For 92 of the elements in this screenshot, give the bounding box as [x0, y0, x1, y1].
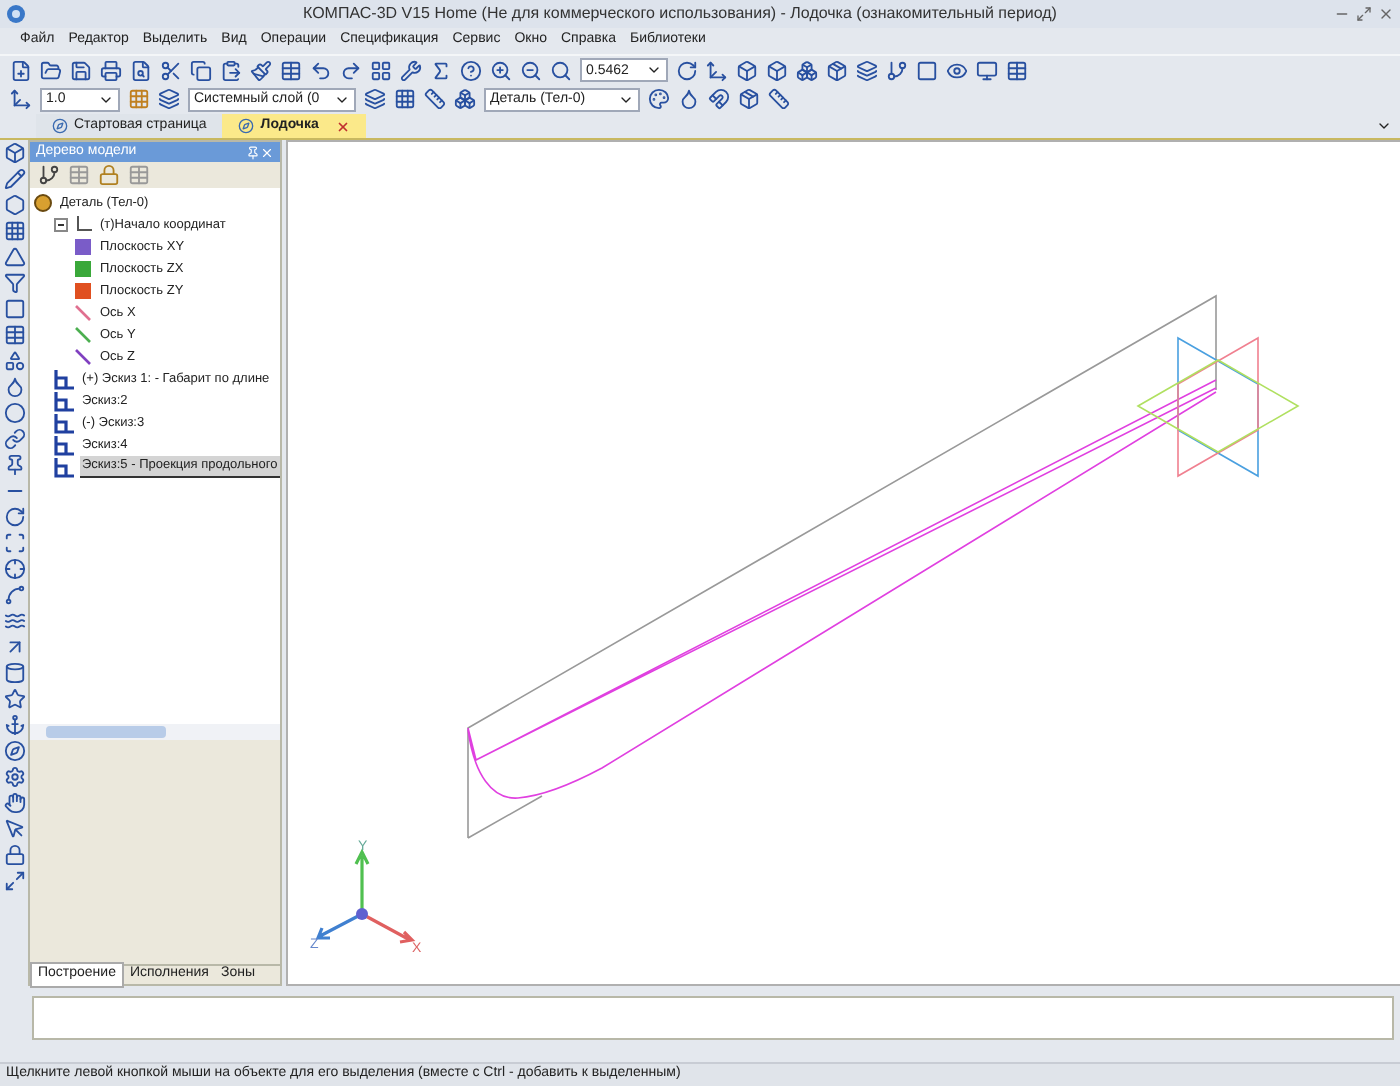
cylinder-icon[interactable]: [3, 662, 25, 684]
settings-icon[interactable]: [3, 766, 25, 788]
palette-icon[interactable]: [648, 88, 670, 110]
arrow-icon[interactable]: [3, 636, 25, 658]
table-icon[interactable]: [3, 324, 25, 346]
branch-icon[interactable]: [886, 59, 908, 81]
funnel-icon[interactable]: [3, 272, 25, 294]
rotate-icon[interactable]: [3, 506, 25, 528]
cubes-icon[interactable]: [454, 88, 476, 110]
axes-icon[interactable]: [706, 59, 728, 81]
sketch-icon: [54, 457, 74, 477]
pointer-icon[interactable]: [3, 818, 25, 840]
grid-icon[interactable]: [394, 88, 416, 110]
hand-icon[interactable]: [3, 792, 25, 814]
sketch-icon: [54, 435, 74, 455]
compass-icon[interactable]: [3, 740, 25, 762]
part-icon: [34, 194, 52, 212]
grid-icon[interactable]: [128, 88, 150, 110]
help-icon[interactable]: [460, 59, 482, 81]
redo-icon[interactable]: [340, 59, 362, 81]
layers-icon[interactable]: [364, 88, 386, 110]
tab-icon: [52, 118, 68, 134]
search-icon[interactable]: [550, 59, 572, 81]
axes-icon[interactable]: [10, 88, 32, 110]
package-icon[interactable]: [738, 88, 760, 110]
folder-icon[interactable]: [40, 59, 62, 81]
horizontal-scrollbar[interactable]: [30, 724, 280, 740]
layers-icon[interactable]: [856, 59, 878, 81]
restore-icon[interactable]: [1356, 6, 1372, 22]
frame-icon[interactable]: [3, 532, 25, 554]
expand-icon[interactable]: [3, 870, 25, 892]
zoom-in-icon[interactable]: [490, 59, 512, 81]
brush-icon[interactable]: [250, 59, 272, 81]
eye-icon[interactable]: [946, 59, 968, 81]
tabs-menu-icon[interactable]: [1376, 118, 1392, 134]
table-icon[interactable]: [280, 59, 302, 81]
crosshair-icon[interactable]: [3, 558, 25, 580]
solid-cube-icon[interactable]: [826, 59, 848, 81]
rotate-icon[interactable]: [676, 59, 698, 81]
square-icon[interactable]: [3, 298, 25, 320]
drop-icon[interactable]: [3, 376, 25, 398]
pin-icon[interactable]: [245, 145, 260, 159]
save-icon[interactable]: [70, 59, 92, 81]
axes-corner-icon: [74, 216, 92, 234]
ruler-icon[interactable]: [424, 88, 446, 110]
close-icon[interactable]: [336, 119, 351, 133]
copy-icon[interactable]: [190, 59, 212, 81]
cube-icon[interactable]: [3, 142, 25, 164]
preview-icon[interactable]: [130, 59, 152, 81]
lock-icon[interactable]: [3, 844, 25, 866]
sketch-icon: [54, 391, 74, 411]
axis-triad-drawing: [315, 848, 415, 944]
tab-icon: [238, 118, 255, 134]
lock-icon[interactable]: [98, 164, 120, 186]
grid-icon[interactable]: [370, 59, 392, 81]
cube-icon[interactable]: [736, 59, 758, 81]
wave-icon[interactable]: [3, 610, 25, 632]
undo-icon[interactable]: [310, 59, 332, 81]
wrench-icon[interactable]: [400, 59, 422, 81]
triangle-icon[interactable]: [3, 246, 25, 268]
sketch-icon: [54, 413, 74, 433]
formula-icon[interactable]: [430, 59, 452, 81]
printer-icon[interactable]: [100, 59, 122, 81]
pin-icon[interactable]: [3, 454, 25, 476]
cubes-icon[interactable]: [796, 59, 818, 81]
pencil-icon[interactable]: [3, 168, 25, 190]
tree-icon[interactable]: [38, 164, 60, 186]
cut-icon[interactable]: [160, 59, 182, 81]
monitor-icon[interactable]: [976, 59, 998, 81]
square-icon[interactable]: [916, 59, 938, 81]
link-icon[interactable]: [3, 428, 25, 450]
cube-icon[interactable]: [766, 59, 788, 81]
drop-icon[interactable]: [678, 88, 700, 110]
magnet-icon[interactable]: [708, 88, 730, 110]
table-icon[interactable]: [1006, 59, 1028, 81]
sketch-icon: [54, 369, 74, 389]
spline-icon[interactable]: [3, 584, 25, 606]
window-title: КОМПАС-3D V15 Home (Не для коммерческого использования) - Лодочка (ознакомительный период): [301, 2, 1059, 26]
ruler-icon[interactable]: [768, 88, 790, 110]
close-icon[interactable]: [1378, 6, 1394, 22]
hexagon-icon[interactable]: [3, 194, 25, 216]
circle-icon[interactable]: [3, 402, 25, 424]
anchor-icon[interactable]: [3, 714, 25, 736]
grid-icon[interactable]: [3, 220, 25, 242]
layers-icon[interactable]: [158, 88, 180, 110]
star-icon[interactable]: [3, 688, 25, 710]
shapes-icon[interactable]: [3, 350, 25, 372]
zoom-out-icon[interactable]: [520, 59, 542, 81]
collapse-toggle[interactable]: [54, 218, 68, 232]
paste-icon[interactable]: [220, 59, 242, 81]
app-logo-icon: [6, 4, 26, 24]
new-file-icon[interactable]: [10, 59, 32, 81]
